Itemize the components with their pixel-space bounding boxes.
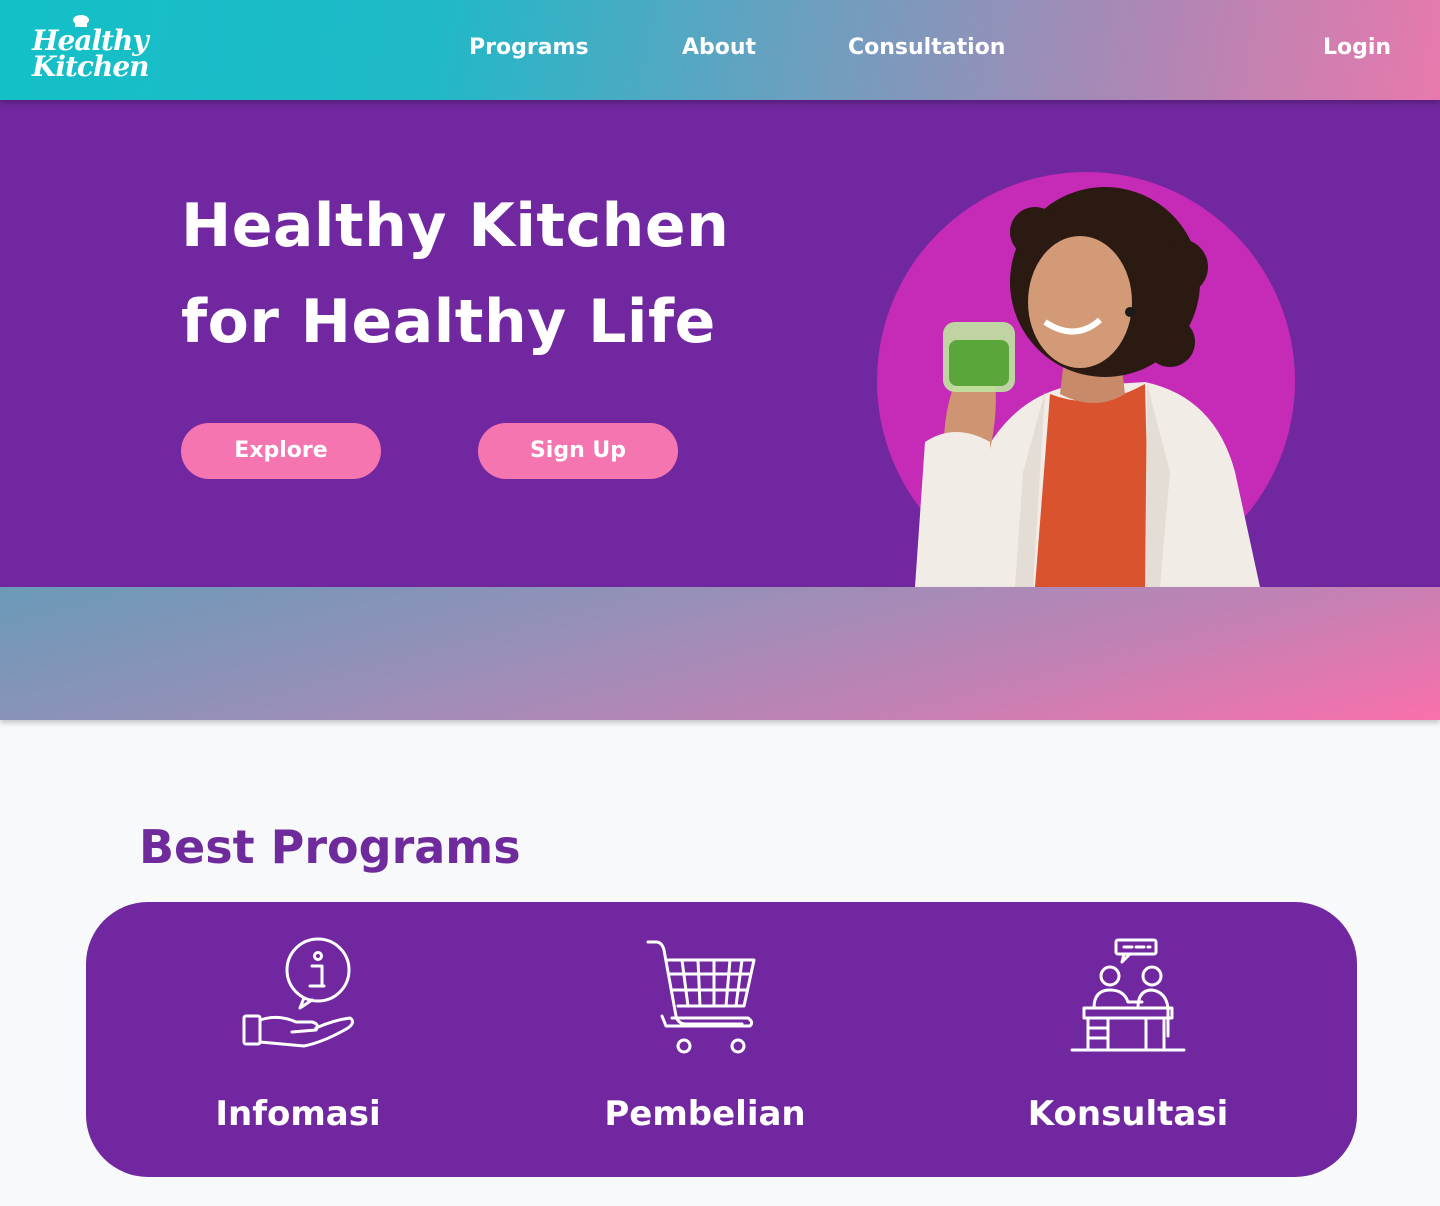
consultation-icon [1070, 938, 1186, 1052]
nav-about[interactable]: About [682, 30, 756, 66]
site-header: Healthy Kitchen Programs About Consultat… [0, 0, 1440, 100]
sign-up-button[interactable]: Sign Up [478, 423, 678, 479]
hero-title-line1: Healthy Kitchen [181, 191, 730, 261]
nav-consultation[interactable]: Consultation [848, 30, 1005, 66]
hero-section: Healthy Kitchen for Healthy Life Explore… [0, 100, 1440, 587]
program-pembelian[interactable]: Pembelian [510, 902, 934, 1177]
healthy-kitchen-logo[interactable]: Healthy Kitchen [30, 14, 149, 83]
program-label-pembelian: Pembelian [604, 1094, 806, 1134]
shopping-cart-icon [646, 940, 756, 1054]
program-konsultasi[interactable]: Konsultasi [934, 902, 1357, 1177]
program-label-konsultasi: Konsultasi [1027, 1094, 1229, 1134]
logo-text-line2: Kitchen [32, 50, 149, 83]
explore-button[interactable]: Explore [181, 423, 381, 479]
nav-programs[interactable]: Programs [469, 30, 589, 66]
best-programs-title: Best Programs [139, 820, 521, 874]
hero-title-line2: for Healthy Life [181, 287, 716, 357]
programs-card: Infomasi Pembelian Konsultasi [86, 902, 1357, 1177]
nav-login[interactable]: Login [1323, 30, 1391, 66]
hero-title: Healthy Kitchen for Healthy Life [181, 178, 821, 370]
program-infomasi[interactable]: Infomasi [86, 902, 510, 1177]
gradient-divider-band [0, 587, 1440, 720]
woman-drinking-juice-image [915, 187, 1260, 587]
info-hand-icon [242, 937, 355, 1048]
program-label-infomasi: Infomasi [215, 1094, 381, 1134]
